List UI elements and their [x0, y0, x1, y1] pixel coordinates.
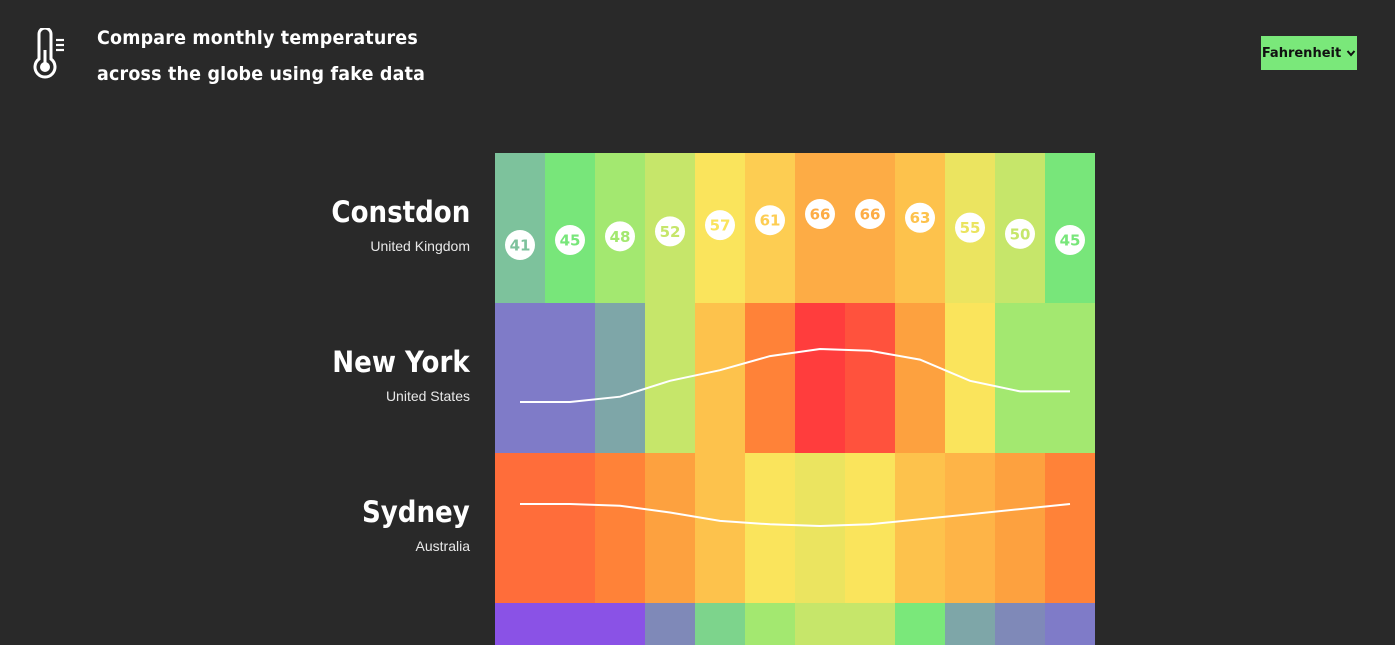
heatmap-cell[interactable] — [495, 453, 545, 603]
heatmap-cell[interactable] — [845, 603, 895, 645]
heatmap-cell[interactable] — [895, 303, 945, 453]
heatmap-cell[interactable] — [545, 153, 595, 303]
city-label-sydney: Sydney Australia — [350, 494, 470, 555]
heatmap-cell[interactable] — [645, 303, 695, 453]
city-name: Sydney — [362, 495, 470, 529]
heatmap-cell[interactable] — [1045, 453, 1095, 603]
heatmap-cell[interactable] — [945, 453, 995, 603]
heatmap-cell[interactable] — [545, 603, 595, 645]
chevron-down-icon — [1346, 50, 1356, 57]
city-label-constdon: Constdon United Kingdom — [316, 194, 470, 255]
city-name: New York — [332, 345, 470, 379]
city-name: Constdon — [331, 195, 470, 229]
heatmap-cell[interactable] — [745, 303, 795, 453]
heatmap-cell[interactable] — [895, 153, 945, 303]
unit-select[interactable]: Fahrenheit — [1261, 36, 1357, 70]
city-country: United Kingdom — [370, 238, 470, 254]
heatmap-cell[interactable] — [595, 453, 645, 603]
heatmap-row: 41 45 48 52 57 61 66 66 63 55 50 45 — [495, 153, 1095, 303]
heatmap-cell[interactable] — [945, 303, 995, 453]
heatmap-cell[interactable] — [495, 303, 545, 453]
heatmap-cell[interactable] — [695, 603, 745, 645]
heatmap-cell[interactable] — [845, 303, 895, 453]
app-header: Compare monthly temperatures across the … — [0, 0, 1395, 110]
heatmap-cell[interactable] — [745, 153, 795, 303]
heatmap-cell[interactable] — [1045, 603, 1095, 645]
heatmap-cell[interactable] — [745, 453, 795, 603]
heatmap-cell[interactable] — [995, 603, 1045, 645]
heatmap-cell[interactable] — [545, 453, 595, 603]
heatmap-row — [495, 603, 1095, 645]
city-country: United States — [385, 388, 470, 404]
heatmap-cell[interactable] — [1045, 153, 1095, 303]
heatmap-cell[interactable] — [595, 603, 645, 645]
heatmap-cell[interactable] — [645, 453, 695, 603]
heatmap-row — [495, 303, 1095, 453]
heatmap-cell[interactable] — [795, 453, 845, 603]
heatmap-cell[interactable] — [845, 153, 895, 303]
heatmap-cell[interactable] — [695, 153, 745, 303]
city-label-new-york: New York United States — [317, 344, 470, 405]
heatmap-cell[interactable] — [795, 303, 845, 453]
heatmap-cell[interactable] — [995, 153, 1045, 303]
heatmap-cell[interactable] — [995, 453, 1045, 603]
heatmap-cell[interactable] — [995, 303, 1045, 453]
heatmap-cell[interactable] — [1045, 303, 1095, 453]
heatmap-row — [495, 453, 1095, 603]
heatmap-cell[interactable] — [795, 153, 845, 303]
heatmap-cell[interactable] — [595, 303, 645, 453]
heatmap-cell[interactable] — [695, 453, 745, 603]
heatmap-cell[interactable] — [545, 303, 595, 453]
heatmap-cell[interactable] — [495, 603, 545, 645]
heatmap-cell[interactable] — [945, 153, 995, 303]
heatmap-cell[interactable] — [695, 303, 745, 453]
page-title-line-2: across the globe using fake data — [97, 63, 426, 85]
city-country: Australia — [415, 538, 470, 554]
heatmap-cell[interactable] — [745, 603, 795, 645]
heatmap-cell[interactable] — [645, 153, 695, 303]
thermometer-icon — [33, 28, 64, 79]
heatmap-cell[interactable] — [595, 153, 645, 303]
heatmap-cell[interactable] — [495, 153, 545, 303]
heatmap-cell[interactable] — [895, 603, 945, 645]
heatmap-cell[interactable] — [795, 603, 845, 645]
heatmap-cell[interactable] — [645, 603, 695, 645]
heatmap-cell[interactable] — [945, 603, 995, 645]
heatmap-cell[interactable] — [895, 453, 945, 603]
page-title: Compare monthly temperatures across the … — [97, 20, 425, 92]
unit-select-value: Fahrenheit — [1261, 45, 1342, 61]
page-title-line-1: Compare monthly temperatures — [97, 27, 418, 49]
temperature-heatmap: 41 45 48 52 57 61 66 66 63 55 50 45 — [495, 153, 1095, 645]
heatmap-cell[interactable] — [845, 453, 895, 603]
